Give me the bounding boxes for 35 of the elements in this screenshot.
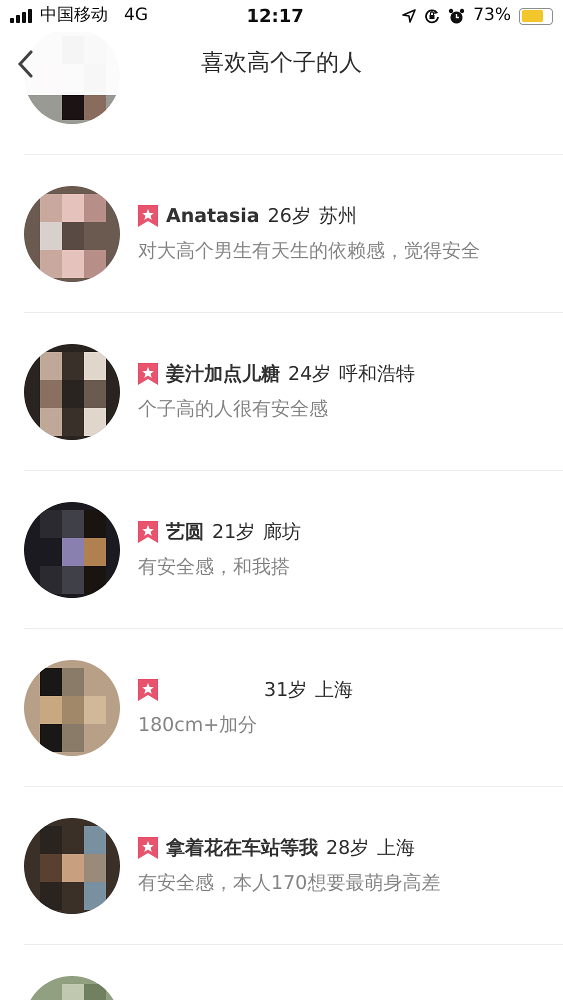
user-name[interactable]: 艺圆: [166, 518, 204, 546]
back-button[interactable]: [16, 48, 34, 78]
user-bio: 有安全感，和我搭: [138, 554, 291, 580]
user-age: 26岁: [268, 204, 311, 229]
user-bio: 180cm+加分: [138, 712, 258, 738]
bookmark-star-icon: [138, 837, 158, 860]
user-city: 廊坊: [263, 520, 302, 545]
user-bio: 有安全感，本人170想要最萌身高差: [138, 870, 440, 896]
location-icon: [402, 9, 416, 23]
user-name[interactable]: Anatasia: [166, 202, 260, 230]
user-city: 苏州: [318, 204, 357, 229]
signal-icon: [10, 9, 32, 23]
user-name[interactable]: 姜汁加点儿糖: [166, 360, 280, 388]
bookmark-star-icon: [138, 521, 158, 544]
battery-icon: [519, 8, 553, 24]
user-age: 24岁: [288, 362, 332, 387]
bookmark-star-icon: [138, 205, 158, 228]
user-age: 28岁: [326, 836, 370, 861]
alarm-icon: [448, 8, 466, 24]
user-bio: 个子高的人很有安全感: [138, 396, 329, 422]
rotation-lock-icon: [424, 8, 440, 24]
carrier-name: 中国移动: [40, 4, 108, 28]
page-title: 喜欢高个子的人: [201, 49, 362, 78]
network-type: 4G: [124, 4, 148, 28]
battery-percent: 73%: [473, 4, 511, 28]
user-city: 上海: [315, 678, 354, 703]
bookmark-star-icon: [138, 363, 158, 386]
status-time: 12:17: [246, 4, 304, 28]
user-age: 31岁: [264, 678, 308, 703]
bookmark-star-icon: [138, 679, 158, 702]
user-age: 21岁: [212, 520, 256, 545]
user-city: 呼和浩特: [339, 362, 416, 387]
user-name[interactable]: 拿着花在车站等我: [166, 834, 318, 862]
user-city: 上海: [377, 836, 416, 861]
user-bio: 对大高个男生有天生的依赖感，觉得安全: [138, 238, 480, 264]
